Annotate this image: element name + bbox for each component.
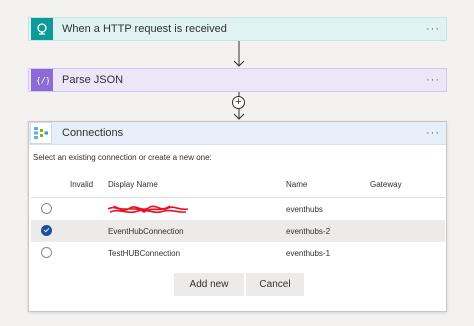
column-header-display-name: Display Name <box>108 180 158 189</box>
parse-json-icon: {/} <box>31 69 53 91</box>
table-row[interactable]: eventhubs <box>31 198 445 220</box>
row-display-name: TestHUBConnection <box>108 249 181 258</box>
connections-header: Connections ··· <box>29 122 446 145</box>
radio-button[interactable] <box>41 247 52 258</box>
row-name: eventhubs <box>286 205 323 214</box>
column-header-invalid: Invalid <box>70 180 94 189</box>
more-options-icon[interactable]: ··· <box>426 23 440 35</box>
more-options-icon[interactable]: ··· <box>426 74 440 86</box>
radio-button-selected[interactable] <box>41 225 52 236</box>
add-step-plus-icon[interactable]: + <box>232 96 245 109</box>
connections-subtitle: Select an existing connection or create … <box>33 153 212 162</box>
more-options-icon[interactable]: ··· <box>426 127 440 139</box>
row-display-name: EventHubConnection <box>108 227 184 236</box>
column-header-gateway: Gateway <box>370 180 402 189</box>
row-name: eventhubs-1 <box>286 249 331 258</box>
add-new-button[interactable]: Add new <box>174 273 244 296</box>
step-title: When a HTTP request is received <box>62 23 227 35</box>
connections-card: Connections ··· Select an existing conne… <box>28 121 447 312</box>
table-row[interactable]: TestHUBConnection eventhubs-1 <box>31 242 445 264</box>
cancel-button[interactable]: Cancel <box>246 273 304 296</box>
step-title: Parse JSON <box>62 74 124 86</box>
redacted-scribble <box>107 205 189 214</box>
connections-title: Connections <box>62 127 124 139</box>
column-header-name: Name <box>286 180 308 189</box>
radio-button[interactable] <box>41 203 52 214</box>
svg-text:{/}: {/} <box>36 76 49 85</box>
event-hubs-icon <box>30 122 52 144</box>
http-trigger-step[interactable]: When a HTTP request is received ··· <box>28 17 447 41</box>
parse-json-step[interactable]: {/} Parse JSON ··· <box>28 68 447 92</box>
flow-arrow-icon <box>233 41 245 67</box>
http-request-icon <box>31 18 53 40</box>
table-row[interactable]: EventHubConnection eventhubs-2 <box>31 220 445 242</box>
row-name: eventhubs-2 <box>286 227 331 236</box>
